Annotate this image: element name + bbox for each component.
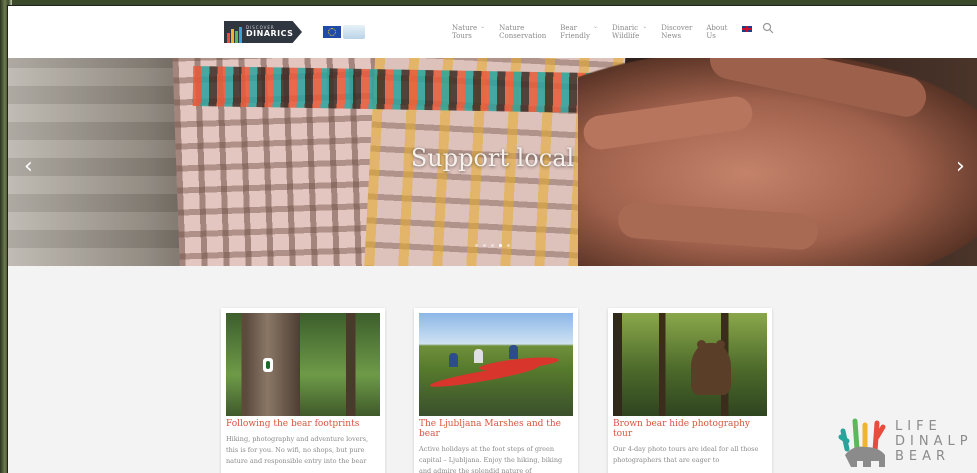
eu-flag-icon xyxy=(323,26,341,38)
browser-page: DISCOVER DINARICS Nature Tours ⌄ Nature … xyxy=(8,6,977,473)
hero-title: Support local xyxy=(410,144,575,172)
hands-bear-logo-icon xyxy=(838,418,886,467)
card-image[interactable] xyxy=(419,313,573,416)
slider-dot[interactable] xyxy=(483,244,486,247)
card-title[interactable]: The Ljubljana Marshes and the bear xyxy=(419,419,573,439)
slider-dots xyxy=(8,244,977,247)
slider-dot[interactable] xyxy=(507,244,510,247)
card-text: Active holidays at the foot steps of gre… xyxy=(419,445,563,473)
logo-hands-icon xyxy=(224,21,244,43)
nav-item-discover-news[interactable]: Discover News xyxy=(661,24,692,40)
main-nav: Nature Tours ⌄ Nature Conservation Bear … xyxy=(452,23,727,40)
nav-item-nature-tours[interactable]: Nature Tours ⌄ xyxy=(452,23,486,40)
nav-item-dinaric-wildlife[interactable]: Dinaric Wildlife ⌄ xyxy=(612,23,648,40)
tour-card[interactable]: Brown bear hide photography tour Our 4-d… xyxy=(608,308,772,473)
slider-dot-active[interactable] xyxy=(499,244,502,247)
eu-life-logo[interactable] xyxy=(323,23,367,41)
tour-card[interactable]: Following the bear footprints Hiking, ph… xyxy=(221,308,385,473)
bear-image xyxy=(691,340,731,395)
card-text: Hiking, photography and adventure lovers… xyxy=(226,435,369,465)
slider-dot[interactable] xyxy=(491,244,494,247)
card-title[interactable]: Brown bear hide photography tour xyxy=(613,419,767,439)
chevron-right-icon[interactable]: › xyxy=(956,154,965,179)
life-programme-icon xyxy=(343,25,365,39)
trail-marker-icon xyxy=(263,358,273,372)
discover-dinarics-logo[interactable]: DISCOVER DINARICS xyxy=(224,21,302,43)
search-icon[interactable] xyxy=(762,22,774,34)
slider-dot[interactable] xyxy=(475,244,478,247)
tour-card[interactable]: The Ljubljana Marshes and the bear Activ… xyxy=(414,308,578,473)
chevron-down-icon: ⌄ xyxy=(642,23,648,30)
life-dinalp-bear-logo: LIFE DINALP BEAR xyxy=(835,410,975,472)
card-text: Our 4-day photo tours are ideal for all … xyxy=(613,445,759,464)
nav-item-bear-friendly[interactable]: Bear Friendly ⌄ xyxy=(560,23,599,40)
chevron-down-icon: ⌄ xyxy=(592,23,599,30)
chevron-left-icon[interactable]: ‹ xyxy=(24,154,33,179)
card-image[interactable] xyxy=(226,313,380,416)
card-title[interactable]: Following the bear footprints xyxy=(226,419,380,429)
nav-item-nature-conservation[interactable]: Nature Conservation xyxy=(499,24,546,40)
site-header: DISCOVER DINARICS Nature Tours ⌄ Nature … xyxy=(8,6,977,58)
uk-flag-icon[interactable] xyxy=(742,26,752,32)
chevron-down-icon: ⌄ xyxy=(480,23,486,30)
hero-slider: Support local ‹ › xyxy=(8,58,977,266)
logo-big-text: DINARICS xyxy=(246,29,294,38)
life-logo-text: LIFE DINALP BEAR xyxy=(895,418,973,464)
nav-item-about-us[interactable]: About Us xyxy=(706,24,727,40)
card-image[interactable] xyxy=(613,313,767,416)
